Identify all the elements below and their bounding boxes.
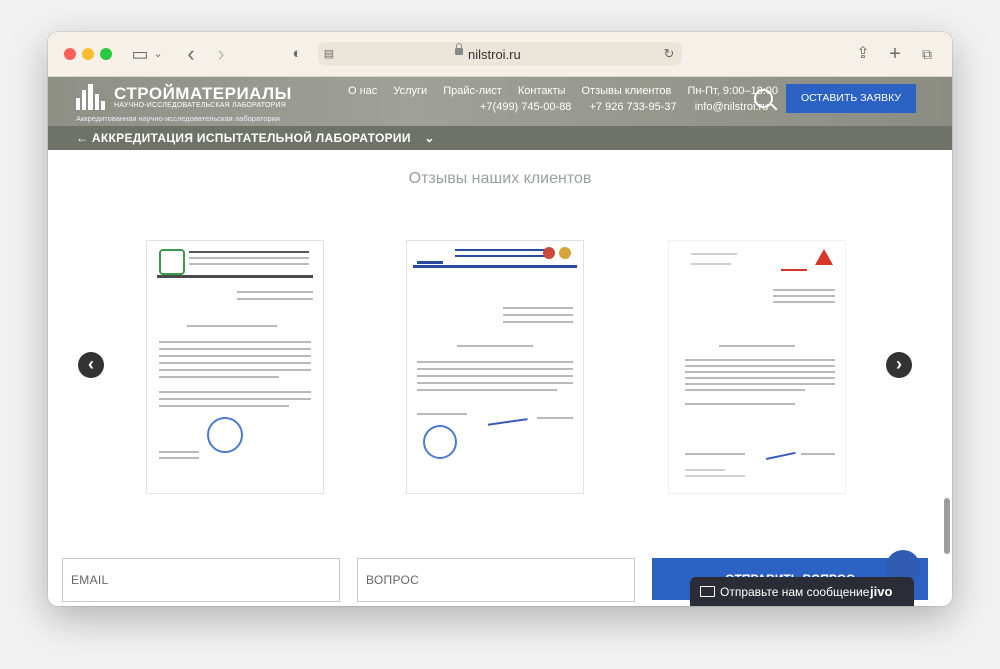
sidebar-toggle-icon[interactable]: ▭ — [130, 42, 150, 66]
main-nav: О нас Услуги Прайс-лист Контакты Отзывы … — [348, 85, 791, 97]
review-letter-2[interactable] — [406, 240, 584, 494]
close-window-button[interactable] — [64, 48, 76, 60]
section-subnav: ← АККРЕДИТАЦИЯ ИСПЫТАТЕЛЬНОЙ ЛАБОРАТОРИИ… — [48, 126, 952, 150]
chat-message-label: Отправьте нам сообщение — [720, 585, 870, 599]
nav-contacts[interactable]: Контакты — [518, 85, 566, 97]
browser-toolbar: ▭ ⌄ ‹ › ◐ ▤ nilstroi.ru ↻ ⇪ + ⧉ — [48, 32, 952, 77]
question-placeholder: ВОПРОС — [366, 573, 420, 587]
chevron-down-icon: ⌄ — [424, 131, 435, 145]
stamp-icon — [423, 425, 457, 459]
site-header: СТРОЙМАТЕРИАЛЫ НАУЧНО-ИССЛЕДОВАТЕЛЬСКАЯ … — [48, 77, 952, 126]
logo-icon[interactable] — [76, 84, 108, 110]
emblem-icon — [559, 247, 571, 259]
accreditation-label: ← АККРЕДИТАЦИЯ ИСПЫТАТЕЛЬНОЙ ЛАБОРАТОРИИ — [76, 131, 411, 145]
contact-line: +7(499) 745-00-88 +7 926 733-95-37 info@… — [480, 101, 783, 113]
back-icon[interactable]: ‹ — [182, 42, 200, 66]
brand-description: Аккредитованная научно-исследовательская… — [76, 114, 280, 123]
envelope-icon — [700, 586, 715, 597]
leave-request-button[interactable]: ОСТАВИТЬ ЗАЯВКУ — [786, 84, 916, 113]
minimize-window-button[interactable] — [82, 48, 94, 60]
email-field[interactable]: EMAIL — [62, 558, 340, 602]
browser-window: ▭ ⌄ ‹ › ◐ ▤ nilstroi.ru ↻ ⇪ + ⧉ СТРОЙМАТ… — [48, 32, 952, 606]
url-text: nilstroi.ru — [468, 47, 521, 62]
chat-brand: jivo — [870, 584, 893, 599]
privacy-shield-icon[interactable]: ◐ — [288, 42, 306, 66]
brand-title[interactable]: СТРОЙМАТЕРИАЛЫ — [114, 84, 292, 104]
email-placeholder: EMAIL — [71, 573, 109, 587]
page-scrollbar[interactable] — [944, 498, 950, 554]
company-logo-icon — [417, 247, 443, 264]
address-bar[interactable]: ▤ nilstroi.ru ↻ — [318, 42, 682, 66]
brand-subtitle: НАУЧНО-ИССЛЕДОВАТЕЛЬСКАЯ ЛАБОРАТОРИЯ — [114, 102, 286, 109]
new-tab-icon[interactable]: + — [886, 42, 904, 66]
forward-icon[interactable]: › — [212, 42, 230, 66]
search-icon[interactable] — [754, 89, 773, 108]
page-icon: ▤ — [323, 48, 335, 60]
carousel-prev-button[interactable]: ‹ — [78, 352, 104, 378]
brand-logo-icon — [815, 249, 833, 265]
company-logo-icon — [159, 249, 185, 275]
nav-reviews[interactable]: Отзывы клиентов — [581, 85, 671, 97]
review-letter-1[interactable] — [146, 240, 324, 494]
nav-about[interactable]: О нас — [348, 85, 377, 97]
review-letter-3[interactable] — [668, 240, 846, 494]
emblem-icon — [543, 247, 555, 259]
tab-overview-icon[interactable]: ⧉ — [918, 42, 936, 66]
accreditation-link[interactable]: ← АККРЕДИТАЦИЯ ИСПЫТАТЕЛЬНОЙ ЛАБОРАТОРИИ… — [76, 131, 435, 145]
nav-services[interactable]: Услуги — [393, 85, 427, 97]
phone-1[interactable]: +7(499) 745-00-88 — [480, 101, 571, 113]
signature-icon — [486, 408, 528, 426]
signature-icon — [764, 443, 796, 461]
stamp-icon — [207, 417, 243, 453]
reload-icon[interactable]: ↻ — [662, 42, 676, 66]
nav-pricelist[interactable]: Прайс-лист — [443, 85, 502, 97]
reviews-title: Отзывы наших клиентов — [408, 170, 592, 187]
chat-widget-bar[interactable]: Отправьте нам сообщение jivo — [690, 577, 914, 606]
share-icon[interactable]: ⇪ — [854, 42, 872, 66]
phone-2[interactable]: +7 926 733-95-37 — [590, 101, 677, 113]
lock-icon — [455, 43, 463, 55]
zoom-window-button[interactable] — [100, 48, 112, 60]
carousel-next-button[interactable]: › — [886, 352, 912, 378]
chevron-down-icon[interactable]: ⌄ — [152, 42, 164, 66]
question-field[interactable]: ВОПРОС — [357, 558, 635, 602]
